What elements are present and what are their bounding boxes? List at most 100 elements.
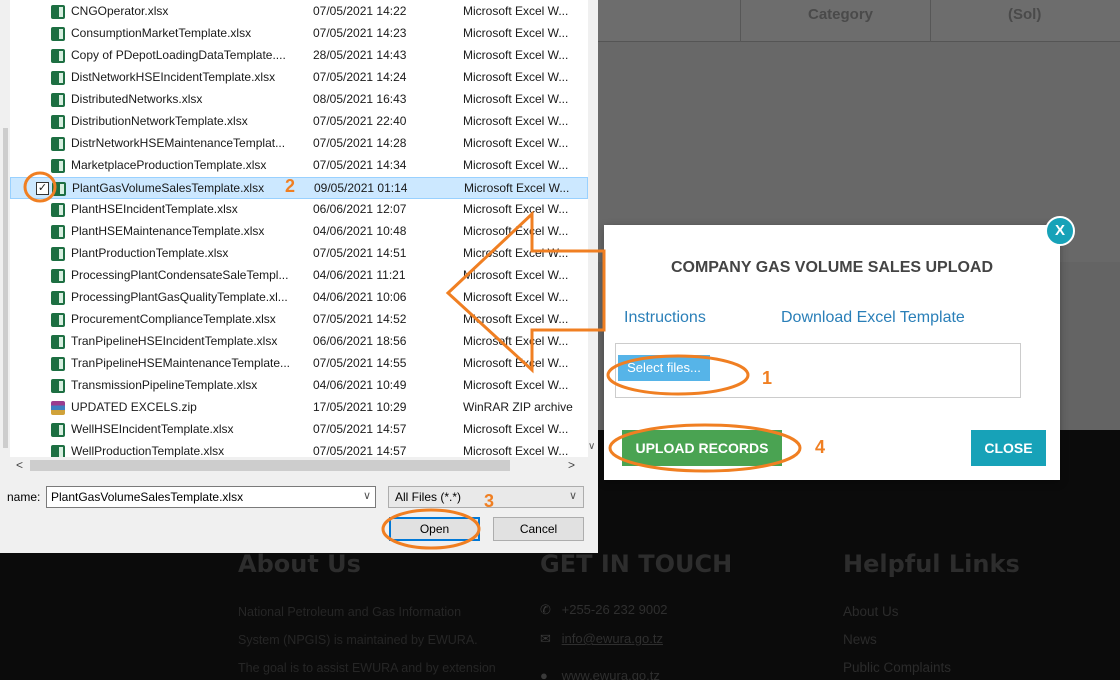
file-row[interactable]: Copy of PDepotLoadingDataTemplate.... 28/… [10, 45, 588, 67]
file-row[interactable]: ConsumptionMarketTemplate.xlsx 07/05/2021… [10, 23, 588, 45]
file-row[interactable]: ProcessingPlantCondensateSaleTempl... 04/… [10, 265, 588, 287]
file-row[interactable]: PlantProductionTemplate.xlsx 07/05/2021 1… [10, 243, 588, 265]
footer-link-complaints[interactable]: Public Complaints [843, 654, 951, 680]
excel-file-icon [51, 115, 65, 129]
excel-file-icon [52, 182, 66, 196]
footer-link-news[interactable]: News [843, 626, 951, 654]
file-row[interactable]: DistributedNetworks.xlsx 08/05/2021 16:43… [10, 89, 588, 111]
select-files-button[interactable]: Select files... [618, 355, 710, 381]
file-date: 07/05/2021 14:24 [313, 70, 407, 84]
scrollbar-thumb[interactable] [3, 128, 8, 448]
chevron-down-icon[interactable]: ∨ [363, 489, 371, 502]
file-row[interactable]: ProcurementComplianceTemplate.xlsx 07/05/… [10, 309, 588, 331]
file-row[interactable]: TranPipelineHSEIncidentTemplate.xlsx 06/0… [10, 331, 588, 353]
file-row[interactable]: CNGOperator.xlsx 07/05/2021 14:22 Microsof… [10, 1, 588, 23]
file-date: 07/05/2021 14:23 [313, 26, 407, 40]
file-date: 04/06/2021 10:48 [313, 224, 407, 238]
file-name: ProcessingPlantGasQualityTemplate.xl... [71, 290, 288, 304]
file-type: Microsoft Excel W... [463, 444, 569, 457]
file-date: 06/06/2021 18:56 [313, 334, 407, 348]
instructions-link[interactable]: Instructions [624, 309, 706, 327]
file-row[interactable]: MarketplaceProductionTemplate.xlsx 07/05/… [10, 155, 588, 177]
file-row[interactable]: TranPipelineHSEMaintenanceTemplate... 07/… [10, 353, 588, 375]
modal-title: COMPANY GAS VOLUME SALES UPLOAD [670, 259, 994, 276]
file-name: TransmissionPipelineTemplate.xlsx [71, 378, 258, 392]
file-type: WinRAR ZIP archive [463, 400, 573, 414]
file-name-value: PlantGasVolumeSalesTemplate.xlsx [51, 490, 244, 504]
footer-email-link[interactable]: info@ewura.go.tz [562, 631, 663, 646]
footer-about-heading: About Us [238, 550, 361, 578]
upload-records-button[interactable]: UPLOAD RECORDS [622, 430, 782, 466]
file-date: 09/05/2021 01:14 [314, 181, 408, 195]
file-list-hscroll[interactable]: < > [10, 457, 588, 474]
excel-file-icon [51, 269, 65, 283]
chevron-down-icon[interactable]: ∨ [569, 489, 577, 502]
scroll-right-icon[interactable]: > [568, 458, 575, 472]
file-name: CNGOperator.xlsx [71, 4, 169, 18]
file-row[interactable]: ProcessingPlantGasQualityTemplate.xl... 0… [10, 287, 588, 309]
checkbox-checked-icon[interactable]: ✓ [36, 182, 49, 195]
file-date: 07/05/2021 14:28 [313, 136, 407, 150]
file-date: 07/05/2021 14:51 [313, 246, 407, 260]
file-name-input[interactable]: PlantGasVolumeSalesTemplate.xlsx ∨ [46, 486, 376, 508]
file-row[interactable]: DistrNetworkHSEMaintenanceTemplat... 07/0… [10, 133, 588, 155]
table-divider [740, 0, 741, 42]
footer-links-heading: Helpful Links [843, 550, 1020, 578]
file-type: Microsoft Excel W... [463, 158, 569, 172]
file-row[interactable]: TransmissionPipelineTemplate.xlsx 04/06/2… [10, 375, 588, 397]
footer-website[interactable]: ● www.ewura.go.tz [540, 668, 660, 680]
scrollbar-thumb[interactable] [30, 460, 510, 471]
file-row[interactable]: WellHSEIncidentTemplate.xlsx 07/05/2021 1… [10, 419, 588, 441]
file-type: Microsoft Excel W... [463, 4, 569, 18]
footer-link-about[interactable]: About Us [843, 598, 951, 626]
file-date: 28/05/2021 14:43 [313, 48, 407, 62]
file-type: Microsoft Excel W... [463, 290, 569, 304]
footer-email[interactable]: ✉ info@ewura.go.tz [540, 631, 663, 647]
file-list-vscroll[interactable]: ∨ [588, 0, 598, 457]
file-type: Microsoft Excel W... [463, 202, 569, 216]
open-button[interactable]: Open [389, 517, 480, 541]
file-row[interactable]: PlantHSEIncidentTemplate.xlsx 06/06/2021 … [10, 199, 588, 221]
file-name: TranPipelineHSEIncidentTemplate.xlsx [71, 334, 278, 348]
file-date: 17/05/2021 10:29 [313, 400, 407, 414]
excel-file-icon [51, 5, 65, 19]
table-header-category: Category [808, 6, 874, 23]
file-type: Microsoft Excel W... [463, 268, 569, 282]
modal-close-icon[interactable]: X [1045, 216, 1075, 246]
file-name: WellHSEIncidentTemplate.xlsx [71, 422, 234, 436]
scroll-down-icon[interactable]: ∨ [588, 441, 595, 452]
footer-website-link[interactable]: www.ewura.go.tz [562, 668, 660, 680]
cancel-button[interactable]: Cancel [493, 517, 584, 541]
file-row[interactable]: DistributionNetworkTemplate.xlsx 07/05/20… [10, 111, 588, 133]
file-name: WellProductionTemplate.xlsx [71, 444, 225, 457]
excel-file-icon [51, 49, 65, 63]
file-row[interactable]: ✓ PlantGasVolumeSalesTemplate.xlsx 09/05/2… [10, 177, 588, 199]
file-type: Microsoft Excel W... [463, 422, 569, 436]
step-number: 3 [484, 491, 495, 511]
file-type: Microsoft Excel W... [463, 136, 569, 150]
excel-file-icon [51, 335, 65, 349]
file-row[interactable]: DistNetworkHSEIncidentTemplate.xlsx 07/05… [10, 67, 588, 89]
file-type: Microsoft Excel W... [463, 224, 569, 238]
file-type: Microsoft Excel W... [463, 334, 569, 348]
excel-file-icon [51, 225, 65, 239]
file-date: 04/06/2021 10:06 [313, 290, 407, 304]
file-row[interactable]: PlantHSEMaintenanceTemplate.xlsx 04/06/20… [10, 221, 588, 243]
excel-file-icon [51, 27, 65, 41]
file-date: 04/06/2021 10:49 [313, 378, 407, 392]
scroll-left-icon[interactable]: < [16, 458, 23, 472]
nav-pane-scrollbar[interactable] [0, 0, 10, 457]
file-type: Microsoft Excel W... [463, 70, 569, 84]
file-row[interactable]: WellProductionTemplate.xlsx 07/05/2021 14… [10, 441, 588, 457]
file-name: DistrNetworkHSEMaintenanceTemplat... [71, 136, 286, 150]
file-name: DistNetworkHSEIncidentTemplate.xlsx [71, 70, 276, 84]
mail-icon: ✉ [540, 631, 551, 646]
footer-phone-text: +255-26 232 9002 [561, 602, 668, 617]
download-template-link[interactable]: Download Excel Template [781, 309, 965, 327]
file-name: ProcessingPlantCondensateSaleTempl... [71, 268, 289, 282]
file-name: DistributionNetworkTemplate.xlsx [71, 114, 248, 128]
file-type-value: All Files (*.*) [395, 490, 462, 504]
step-number: 2 [285, 176, 296, 196]
close-button[interactable]: CLOSE [971, 430, 1046, 466]
file-row[interactable]: UPDATED EXCELS.zip 17/05/2021 10:29 WinRAR… [10, 397, 588, 419]
